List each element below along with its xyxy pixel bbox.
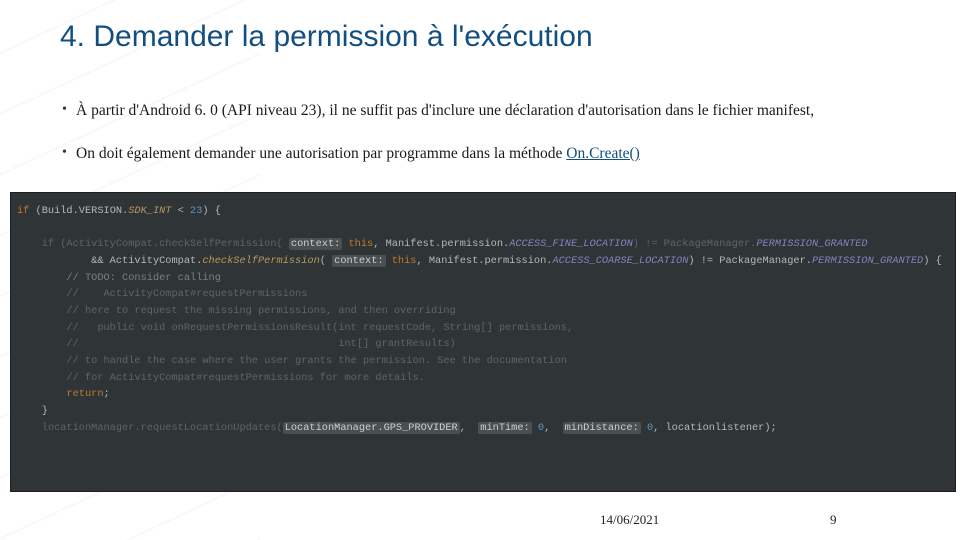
code-token: 0 (532, 422, 544, 434)
code-token: return (66, 388, 103, 400)
code-token (17, 388, 66, 400)
code-token: ) { (202, 205, 221, 217)
code-token: this (342, 238, 373, 250)
code-token: (Build.VERSION. (29, 205, 128, 217)
code-token: < (172, 205, 191, 217)
code-comment: // for ActivityCompat#requestPermissions… (17, 372, 425, 384)
slide-title: 4. Demander la permission à l'exécution (60, 20, 593, 54)
code-token: ; (104, 388, 110, 400)
code-comment: // here to request the missing permissio… (17, 305, 456, 317)
code-token: 23 (190, 205, 202, 217)
bullet-item: À partir d'Android 6. 0 (API niveau 23),… (62, 101, 960, 122)
bullet-text: On doit également demander une autorisat… (76, 145, 566, 162)
code-hint: minTime: (478, 422, 531, 434)
code-token: ACCESS_COARSE_LOCATION (552, 255, 688, 267)
code-comment: // public void onRequestPermissionsResul… (17, 322, 573, 334)
code-hint: context: (332, 255, 385, 267)
code-hint: minDistance: (563, 422, 641, 434)
code-token: && ActivityCompat. (17, 255, 202, 267)
code-comment: // to handle the case where the user gra… (17, 355, 567, 367)
slide: 4. Demander la permission à l'exécution … (0, 0, 960, 540)
code-token: , (544, 422, 563, 434)
code-snippet: if (Build.VERSION.SDK_INT < 23) { if (Ac… (10, 192, 956, 492)
bullet-list: À partir d'Android 6. 0 (API niveau 23),… (22, 101, 960, 187)
code-token: , Manifest.permission. (373, 238, 509, 250)
code-token: locationManager.requestLocationUpdates( (17, 422, 283, 434)
page-number: 9 (830, 512, 837, 528)
code-hint: LocationManager.GPS_PROVIDER (283, 422, 460, 434)
code-token: 0 (641, 422, 653, 434)
code-token: , locationlistener); (653, 422, 777, 434)
code-token: PERMISSION_GRANTED (812, 255, 923, 267)
code-token: ) != PackageManager. (688, 255, 812, 267)
code-token: ) { (923, 255, 942, 267)
bullet-item: On doit également demander une autorisat… (62, 144, 960, 165)
code-comment: // ActivityCompat#requestPermissions (17, 288, 307, 300)
code-token: SDK_INT (128, 205, 171, 217)
code-token: this (386, 255, 417, 267)
code-token: checkSelfPermission (202, 255, 319, 267)
code-token: ACCESS_FINE_LOCATION (509, 238, 633, 250)
code-comment: // int[] grantResults) (17, 338, 456, 350)
code-token: , (460, 422, 479, 434)
code-hint: context: (289, 238, 342, 250)
slide-date: 14/06/2021 (600, 512, 659, 528)
code-line: } (17, 405, 48, 417)
code-token: if (ActivityCompat.checkSelfPermission( (17, 238, 289, 250)
code-token: , Manifest.permission. (416, 255, 552, 267)
oncreate-link[interactable]: On.Create() (566, 145, 640, 162)
code-comment: // TODO: Consider calling (17, 272, 221, 284)
code-token: ) != PackageManager. (633, 238, 757, 250)
code-token: if (17, 205, 29, 217)
code-token: ( (320, 255, 332, 267)
code-token: PERMISSION_GRANTED (756, 238, 867, 250)
